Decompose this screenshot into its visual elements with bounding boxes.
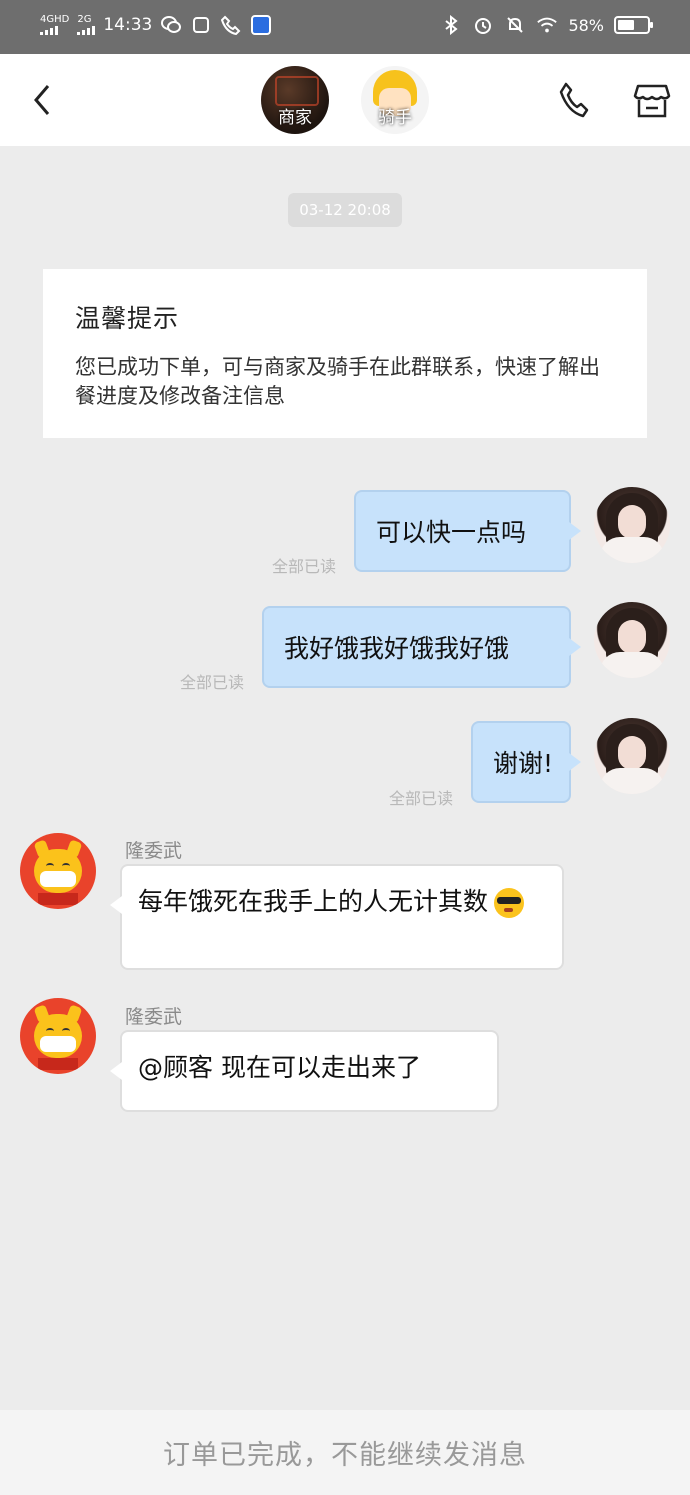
mute-bell-icon (504, 14, 526, 36)
tip-title: 温馨提示 (75, 304, 180, 333)
my-avatar[interactable] (594, 718, 670, 794)
tip-body: 您已成功下单，可与商家及骑手在此群联系，快速了解出餐进度及修改备注信息 (75, 355, 600, 408)
order-completed-notice: 订单已完成，不能继续发消息 (0, 1410, 690, 1495)
rider-message-bubble[interactable]: 每年饿死在我手上的人无计其数 (110, 864, 564, 970)
my-avatar[interactable] (594, 487, 670, 563)
notification-box-icon (190, 14, 212, 36)
back-button[interactable] (30, 82, 60, 118)
status-bar: 4GHD 2G 14:33 58% (0, 0, 690, 54)
rider-label: 骑手 (378, 108, 412, 128)
avatar-mask (40, 871, 76, 887)
avatar-eye (62, 863, 70, 869)
avatar-shirt (600, 537, 664, 563)
chat-header: 商家 骑手 (0, 54, 690, 146)
my-message-bubble[interactable]: 我好饿我好饿我好饿 (262, 606, 581, 688)
chat-timestamp: 03-12 20:08 (288, 193, 402, 227)
battery-percent: 58% (568, 15, 604, 35)
signal-bars-icon (40, 25, 69, 35)
my-avatar[interactable] (594, 602, 670, 678)
rider-avatar-header[interactable]: 骑手 (361, 66, 429, 134)
read-status: 全部已读 (272, 557, 337, 576)
avatar-scarf (38, 893, 78, 905)
merchant-avatar[interactable]: 商家 (261, 66, 329, 134)
phone-icon (559, 82, 589, 118)
battery-fill (618, 20, 634, 30)
avatar-eye (62, 1028, 70, 1034)
rider-message-text: @顾客 现在可以走出来了 (138, 1053, 421, 1082)
rider-message-bubble[interactable]: @顾客 现在可以走出来了 (110, 1030, 499, 1112)
alarm-icon (472, 14, 494, 36)
phone-call-icon (220, 14, 242, 36)
store-icon (633, 84, 671, 118)
sender-name: 隆委武 (125, 1006, 183, 1028)
avatar-scarf (38, 1058, 78, 1070)
signal-2g: 2G (77, 14, 96, 35)
rider-avatar[interactable] (20, 833, 96, 909)
read-status: 全部已读 (180, 673, 245, 692)
phone-button[interactable] (556, 80, 590, 120)
signal-4g: 4GHD (40, 15, 69, 35)
read-status: 全部已读 (389, 789, 454, 808)
merchant-logo-deco (275, 76, 319, 106)
network-label-1: 4GHD (40, 14, 70, 25)
rider-message-text: 每年饿死在我手上的人无计其数 (138, 887, 489, 916)
status-left: 4GHD 2G 14:33 (40, 14, 272, 36)
avatar-shirt (600, 768, 664, 794)
app-notification-icon (250, 14, 272, 36)
wifi-icon (536, 14, 558, 36)
signal-bars-icon (77, 25, 96, 35)
avatar-face (618, 505, 646, 539)
tip-card: 温馨提示 您已成功下单，可与商家及骑手在此群联系，快速了解出餐进度及修改备注信息 (43, 269, 647, 438)
avatar-face (618, 620, 646, 654)
network-label-2: 2G (77, 14, 92, 25)
avatar-mask (40, 1036, 76, 1052)
sender-name: 隆委武 (125, 840, 183, 862)
battery-icon (614, 16, 653, 34)
status-right: 58% (440, 14, 653, 36)
sunglasses-emoji-icon (494, 888, 525, 918)
my-message-bubble[interactable]: 谢谢! (471, 721, 581, 803)
avatar-shirt (600, 652, 664, 678)
wechat-icon (160, 14, 182, 36)
status-time: 14:33 (103, 15, 153, 35)
avatar-eye (46, 1028, 54, 1034)
rider-avatar[interactable] (20, 998, 96, 1074)
avatar-face (618, 736, 646, 770)
store-button[interactable] (632, 80, 672, 120)
my-message-bubble[interactable]: 可以快一点吗 (354, 490, 581, 572)
merchant-label: 商家 (278, 108, 312, 128)
avatar-eye (46, 863, 54, 869)
chevron-left-icon (34, 85, 50, 115)
bluetooth-icon (440, 14, 462, 36)
